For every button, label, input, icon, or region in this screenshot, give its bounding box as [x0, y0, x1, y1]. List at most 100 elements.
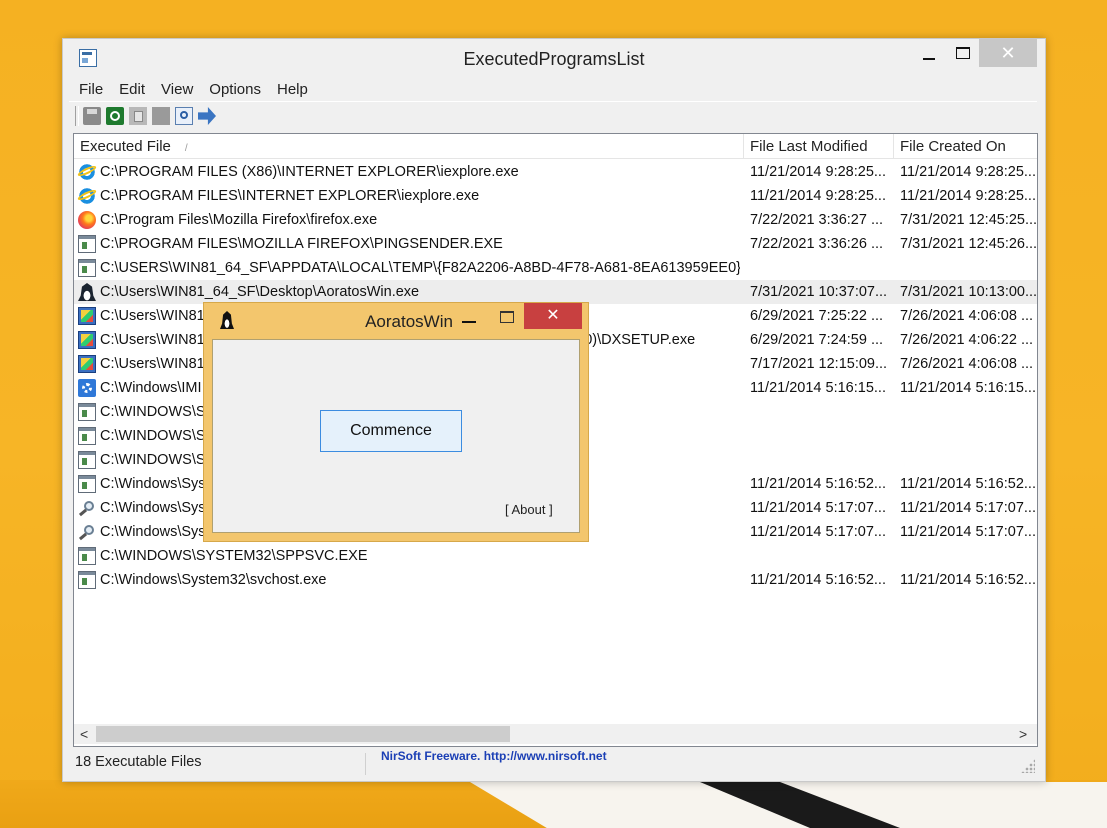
- status-file-count: 18 Executable Files: [75, 753, 366, 775]
- cell-executed-file: C:\Program Files\Mozilla Firefox\firefox…: [100, 212, 378, 228]
- exe-icon: [78, 451, 96, 469]
- cell-file-last-modified: 6/29/2021 7:24:59 ...: [750, 332, 884, 348]
- exe-icon: [78, 235, 96, 253]
- cell-file-last-modified: 11/21/2014 5:17:07...: [750, 500, 886, 516]
- cell-executed-file: C:\PROGRAM FILES\INTERNET EXPLORER\iexpl…: [100, 188, 480, 204]
- cell-file-created-on: 7/26/2021 4:06:08 ...: [900, 356, 1034, 372]
- setup-icon: [78, 307, 96, 325]
- tux-icon: [78, 283, 96, 301]
- cell-file-last-modified: [750, 424, 890, 448]
- table-row[interactable]: C:\PROGRAM FILES (X86)\INTERNET EXPLORER…: [74, 160, 1037, 184]
- cell-file-created-on: [900, 256, 1037, 280]
- cell-file-last-modified: 11/21/2014 9:28:25...: [750, 164, 886, 180]
- cell-file-created-on: [900, 424, 1037, 448]
- menu-view[interactable]: View: [151, 81, 199, 98]
- scroll-thumb[interactable]: [96, 726, 510, 742]
- cell-file-last-modified: [750, 448, 890, 472]
- cell-file-created-on: 7/31/2021 12:45:26...: [900, 236, 1037, 252]
- menu-options[interactable]: Options: [199, 81, 267, 98]
- scroll-left-icon[interactable]: <: [80, 726, 88, 742]
- cell-executed-file: C:\Windows\System32\svchost.exe: [100, 572, 327, 588]
- cell-file-last-modified: 11/21/2014 5:17:07...: [750, 524, 886, 540]
- cell-file-last-modified: 7/22/2021 3:36:27 ...: [750, 212, 884, 228]
- save-icon[interactable]: [83, 107, 101, 125]
- cell-file-last-modified: 7/22/2021 3:36:26 ...: [750, 236, 884, 252]
- cell-file-last-modified: [750, 400, 890, 424]
- dialog-minimize-icon[interactable]: [462, 321, 476, 323]
- exe-icon: [78, 475, 96, 493]
- refresh-icon[interactable]: [106, 107, 124, 125]
- exit-icon[interactable]: [198, 107, 216, 125]
- cell-file-created-on: 11/21/2014 5:17:07...: [900, 500, 1036, 516]
- cell-file-last-modified: 7/17/2021 12:15:09...: [750, 356, 888, 372]
- exe-icon: [78, 259, 96, 277]
- cell-file-created-on: [900, 448, 1037, 472]
- horizontal-scrollbar[interactable]: < >: [74, 724, 1037, 744]
- find-icon[interactable]: [175, 107, 193, 125]
- cell-file-created-on: 11/21/2014 9:28:25...: [900, 164, 1036, 180]
- copy-icon[interactable]: [129, 107, 147, 125]
- exe-icon: [78, 571, 96, 589]
- nirsoft-link[interactable]: NirSoft Freeware. http://www.nirsoft.net: [381, 749, 607, 763]
- dialog-close-button[interactable]: ✕: [524, 303, 582, 329]
- window-title: ExecutedProgramsList: [463, 49, 645, 69]
- cell-file-created-on: 7/31/2021 12:45:25...: [900, 212, 1037, 228]
- cell-file-created-on: 11/21/2014 5:17:07...: [900, 524, 1036, 540]
- scroll-right-icon[interactable]: >: [1019, 726, 1027, 742]
- column-file-created-on[interactable]: File Created On: [894, 134, 1037, 158]
- cell-file-created-on: 11/21/2014 5:16:52...: [900, 572, 1036, 588]
- about-link[interactable]: [ About ]: [505, 502, 553, 517]
- cell-executed-file: C:\WINDOWS\SYSTEM32\SPPSVC.EXE: [100, 548, 368, 564]
- cell-file-last-modified: 11/21/2014 5:16:52...: [750, 572, 886, 588]
- table-row[interactable]: C:\PROGRAM FILES\INTERNET EXPLORER\iexpl…: [74, 184, 1037, 208]
- ie-icon: [78, 187, 96, 205]
- ie-icon: [78, 163, 96, 181]
- column-executed-file[interactable]: Executed File /: [74, 134, 744, 158]
- aoratoswin-dialog: AoratosWin ✕ Commence [ About ]: [203, 302, 589, 542]
- html-report-icon[interactable]: [152, 107, 170, 125]
- dialog-maximize-icon[interactable]: [500, 311, 514, 323]
- cell-file-created-on: 11/21/2014 5:16:15...: [900, 380, 1036, 396]
- list-header: Executed File / File Last Modified File C…: [74, 134, 1037, 159]
- maximize-button[interactable]: [947, 39, 979, 67]
- gear-icon: [78, 379, 96, 397]
- column-file-last-modified[interactable]: File Last Modified: [744, 134, 894, 158]
- table-row[interactable]: C:\PROGRAM FILES\MOZILLA FIREFOX\PINGSEN…: [74, 232, 1037, 256]
- cell-file-last-modified: [750, 544, 890, 568]
- tux-icon: [220, 311, 234, 329]
- cell-file-created-on: [900, 544, 1037, 568]
- close-button[interactable]: ✕: [979, 39, 1037, 67]
- menu-file[interactable]: File: [69, 81, 109, 98]
- cell-executed-file: C:\PROGRAM FILES\MOZILLA FIREFOX\PINGSEN…: [100, 236, 503, 252]
- cell-file-created-on: [900, 400, 1037, 424]
- toolbar-separator: [75, 106, 79, 126]
- close-icon: ✕: [546, 307, 560, 324]
- cell-file-created-on: 7/26/2021 4:06:08 ...: [900, 308, 1034, 324]
- exe-icon: [78, 403, 96, 421]
- setup-icon: [78, 331, 96, 349]
- resize-grip-icon[interactable]: [1021, 759, 1035, 773]
- search-icon: [78, 523, 96, 541]
- cell-file-created-on: 11/21/2014 5:16:52...: [900, 476, 1036, 492]
- cell-executed-file: C:\PROGRAM FILES (X86)\INTERNET EXPLORER…: [100, 164, 519, 180]
- exe-icon: [78, 547, 96, 565]
- title-bar[interactable]: ExecutedProgramsList ✕: [63, 39, 1045, 77]
- table-row[interactable]: C:\Program Files\Mozilla Firefox\firefox…: [74, 208, 1037, 232]
- sort-ascending-icon: /: [184, 143, 188, 154]
- table-row[interactable]: C:\Users\WIN81_64_SF\Desktop\AoratosWin.…: [74, 280, 1037, 304]
- cell-file-created-on: 7/31/2021 10:13:00...: [900, 284, 1037, 300]
- cell-file-created-on: 7/26/2021 4:06:22 ...: [900, 332, 1034, 348]
- menu-help[interactable]: Help: [267, 81, 314, 98]
- cell-executed-file: C:\USERS\WIN81_64_SF\APPDATA\LOCAL\TEMP\…: [100, 260, 740, 276]
- dialog-client-area: Commence [ About ]: [212, 339, 580, 533]
- cell-file-last-modified: 6/29/2021 7:25:22 ...: [750, 308, 884, 324]
- menu-edit[interactable]: Edit: [109, 81, 151, 98]
- table-row[interactable]: C:\WINDOWS\SYSTEM32\SPPSVC.EXE: [74, 544, 1037, 568]
- cell-file-last-modified: 11/21/2014 5:16:15...: [750, 380, 886, 396]
- table-row[interactable]: C:\USERS\WIN81_64_SF\APPDATA\LOCAL\TEMP\…: [74, 256, 1037, 280]
- minimize-button[interactable]: [911, 39, 947, 67]
- table-row[interactable]: C:\Windows\System32\svchost.exe 11/21/201…: [74, 568, 1037, 592]
- minimize-icon: [923, 58, 935, 60]
- commence-button[interactable]: Commence: [320, 410, 462, 452]
- firefox-icon: [78, 211, 96, 229]
